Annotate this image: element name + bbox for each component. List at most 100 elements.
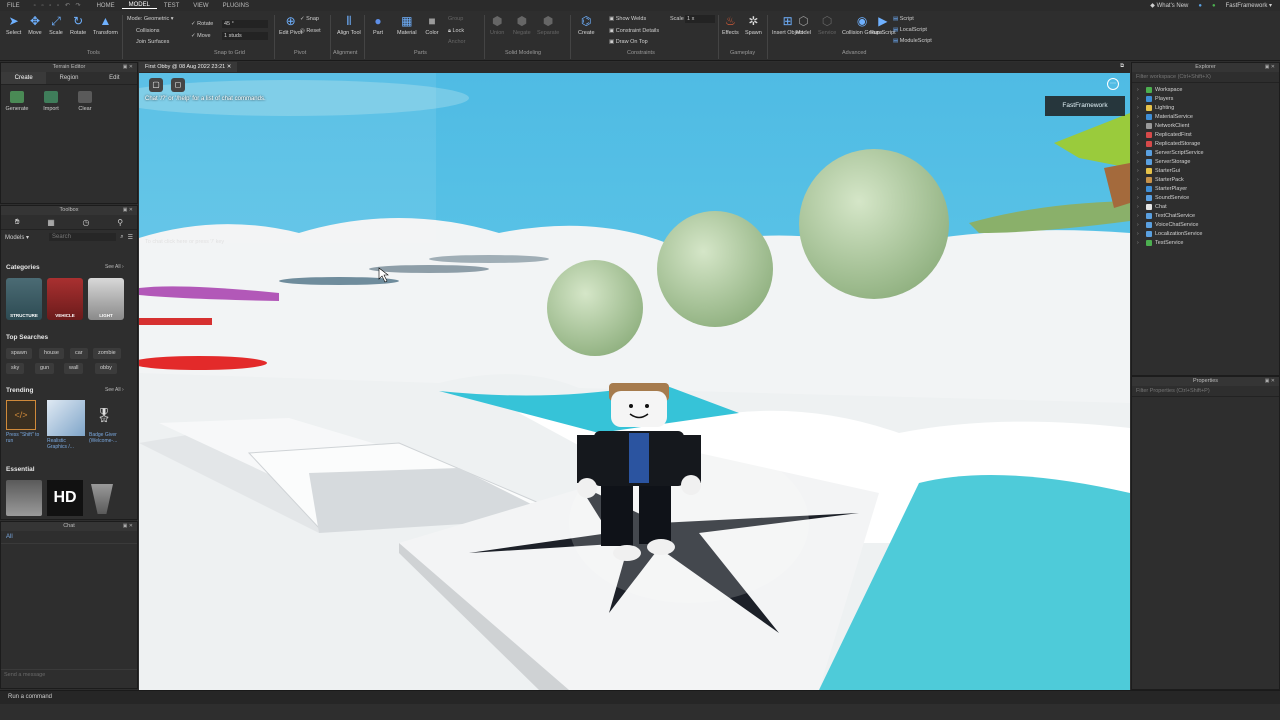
pivot-snap-toggle[interactable]: ✓ Snap bbox=[300, 16, 319, 22]
properties-filter-input[interactable]: Filter Properties (Ctrl+Shift+P) bbox=[1132, 386, 1279, 397]
menu-model[interactable]: MODEL bbox=[121, 2, 157, 9]
explorer-item[interactable]: › ServerStorage bbox=[1132, 157, 1279, 166]
panel-controls-icon[interactable]: ▣ ✕ bbox=[123, 522, 133, 531]
scale-tool-button[interactable]: ⤢ Scale bbox=[49, 14, 63, 37]
trending-item[interactable]: 🎖︎ Badge Giver (Welcome-... bbox=[89, 400, 129, 444]
maximize-icon[interactable]: ⧉ bbox=[1120, 63, 1124, 70]
expand-arrow-icon[interactable]: › bbox=[1137, 96, 1139, 102]
menu-home[interactable]: HOME bbox=[90, 3, 122, 9]
lock-button[interactable]: 🔒︎ Lock bbox=[448, 28, 464, 35]
color-button[interactable]: ■ Color bbox=[425, 14, 439, 36]
expand-arrow-icon[interactable]: › bbox=[1137, 240, 1139, 246]
whats-new-link[interactable]: ◆ What's New bbox=[1150, 2, 1188, 9]
move-snap-checkbox[interactable]: ✓ Move bbox=[191, 33, 211, 39]
local-script-button[interactable]: ▤ LocalScript bbox=[893, 27, 927, 33]
service-button[interactable]: ⬡ Service bbox=[818, 14, 836, 36]
transform-tool-button[interactable]: ▲ Transform bbox=[93, 14, 118, 36]
filter-icon[interactable]: ☰ bbox=[128, 234, 133, 241]
expand-arrow-icon[interactable]: › bbox=[1137, 123, 1139, 129]
menu-view[interactable]: VIEW bbox=[186, 3, 215, 9]
explorer-item[interactable]: › MaterialService bbox=[1132, 112, 1279, 121]
category-dropdown[interactable]: Models ▾ bbox=[5, 234, 45, 241]
top-search-chip[interactable]: zombie bbox=[93, 348, 121, 359]
spawn-button[interactable]: ✲ Spawn bbox=[745, 14, 762, 36]
expand-arrow-icon[interactable]: › bbox=[1137, 195, 1139, 201]
place-tab[interactable]: First Obby @ 08 Aug 2022 23:21 ✕ bbox=[139, 62, 238, 72]
explorer-item[interactable]: › ServerScriptService bbox=[1132, 148, 1279, 157]
essential-item-shape[interactable] bbox=[91, 484, 113, 514]
expand-arrow-icon[interactable]: › bbox=[1137, 159, 1139, 165]
toolbox-pin-icon[interactable]: ⚲ bbox=[117, 218, 123, 227]
explorer-item[interactable]: › ReplicatedFirst bbox=[1132, 130, 1279, 139]
menu-plugins[interactable]: PLUGINS bbox=[216, 3, 256, 9]
expand-arrow-icon[interactable]: › bbox=[1137, 186, 1139, 192]
toolbox-hand-icon[interactable]: ✋︎ bbox=[15, 217, 20, 227]
explorer-filter-input[interactable]: Filter workspace (Ctrl+Shift+X) bbox=[1132, 72, 1279, 83]
panel-controls-icon[interactable]: ▣ ✕ bbox=[1265, 63, 1275, 72]
explorer-item[interactable]: › Workspace bbox=[1132, 85, 1279, 94]
top-search-chip[interactable]: sky bbox=[6, 363, 25, 374]
trending-item[interactable]: Realistic Graphics /... bbox=[47, 400, 85, 450]
clear-button[interactable]: Clear bbox=[71, 91, 99, 112]
category-light[interactable]: LIGHT bbox=[88, 278, 124, 320]
chat-tab-all[interactable]: All bbox=[1, 531, 137, 544]
user-menu[interactable]: FastFramework ▾ bbox=[1226, 2, 1272, 9]
snap-mode[interactable]: Mode: Geometric ▾ bbox=[127, 16, 174, 22]
explorer-item[interactable]: › Players bbox=[1132, 94, 1279, 103]
explorer-item[interactable]: › ReplicatedStorage bbox=[1132, 139, 1279, 148]
move-tool-button[interactable]: ✥ Move bbox=[28, 14, 42, 36]
module-script-button[interactable]: ▤ ModuleScript bbox=[893, 38, 932, 44]
tab-region[interactable]: Region bbox=[46, 72, 91, 84]
close-tab-icon[interactable]: ✕ bbox=[227, 64, 232, 70]
chat-message-input[interactable]: Send a message bbox=[1, 669, 137, 680]
essential-item-terrain[interactable] bbox=[6, 480, 42, 516]
effects-button[interactable]: ♨ Effects bbox=[722, 14, 739, 36]
expand-arrow-icon[interactable]: › bbox=[1137, 168, 1139, 174]
draw-on-top-toggle[interactable]: ▣ Draw On Top bbox=[609, 39, 648, 45]
explorer-item[interactable]: › TestService bbox=[1132, 238, 1279, 247]
negate-button[interactable]: ⬢ Negate bbox=[513, 14, 531, 36]
expand-arrow-icon[interactable]: › bbox=[1137, 204, 1139, 210]
game-viewport[interactable]: First Obby @ 08 Aug 2022 23:21 ✕ ⧉ ▢ ◻ C… bbox=[139, 62, 1130, 690]
expand-arrow-icon[interactable]: › bbox=[1137, 105, 1139, 111]
show-welds-toggle[interactable]: ▣ Show Welds bbox=[609, 16, 646, 22]
toolbox-search-input[interactable]: Search bbox=[49, 233, 117, 241]
pivot-reset-button[interactable]: ◎ Reset bbox=[300, 28, 321, 34]
explorer-item[interactable]: › StarterPack bbox=[1132, 175, 1279, 184]
tab-create[interactable]: Create bbox=[1, 72, 47, 84]
top-search-chip[interactable]: wall bbox=[64, 363, 84, 374]
categories-see-all-link[interactable]: See All › bbox=[105, 264, 124, 270]
model-button[interactable]: ⬡ Model bbox=[796, 14, 811, 36]
explorer-item[interactable]: › NetworkClient bbox=[1132, 121, 1279, 130]
explorer-item[interactable]: › StarterPlayer bbox=[1132, 184, 1279, 193]
tab-edit[interactable]: Edit bbox=[92, 72, 137, 84]
explorer-item[interactable]: › Lighting bbox=[1132, 103, 1279, 112]
run-script-button[interactable]: ▶ Run Script bbox=[870, 14, 896, 36]
script-button[interactable]: ▤ Script bbox=[893, 16, 914, 22]
expand-arrow-icon[interactable]: › bbox=[1137, 213, 1139, 219]
top-search-chip[interactable]: spawn bbox=[6, 348, 32, 359]
panel-controls-icon[interactable]: ▣ ✕ bbox=[123, 63, 133, 72]
category-structure[interactable]: STRUCTURE bbox=[6, 278, 42, 320]
top-search-chip[interactable]: gun bbox=[35, 363, 55, 374]
select-tool-button[interactable]: ➤ Select bbox=[6, 14, 21, 36]
toolbox-recent-icon[interactable]: ◷ bbox=[83, 218, 90, 227]
explorer-item[interactable]: › VoiceChatService bbox=[1132, 220, 1279, 229]
import-button[interactable]: Import bbox=[37, 91, 65, 112]
edit-pivot-button[interactable]: ⊕ Edit Pivot bbox=[279, 14, 302, 36]
expand-arrow-icon[interactable]: › bbox=[1137, 150, 1139, 156]
command-bar[interactable]: Run a command bbox=[0, 690, 1280, 704]
rotate-snap-checkbox[interactable]: ✓ Rotate bbox=[191, 21, 213, 27]
trending-see-all-link[interactable]: See All › bbox=[105, 387, 124, 393]
in-game-chat-input[interactable]: To chat click here or press '/' key bbox=[145, 239, 395, 245]
player-list-item[interactable]: FastFramework bbox=[1045, 96, 1125, 116]
separate-button[interactable]: ⬢ Separate bbox=[537, 14, 559, 36]
search-icon[interactable]: ⌕ bbox=[120, 234, 123, 241]
explorer-item[interactable]: › TextChatService bbox=[1132, 211, 1279, 220]
help-icon[interactable]: ● bbox=[1198, 3, 1202, 9]
join-surfaces-toggle[interactable]: Join Surfaces bbox=[136, 39, 169, 45]
expand-arrow-icon[interactable]: › bbox=[1137, 114, 1139, 120]
explorer-item[interactable]: › LocalizationService bbox=[1132, 229, 1279, 238]
anchor-button[interactable]: Anchor bbox=[448, 39, 465, 45]
panel-controls-icon[interactable]: ▣ ✕ bbox=[123, 206, 133, 215]
